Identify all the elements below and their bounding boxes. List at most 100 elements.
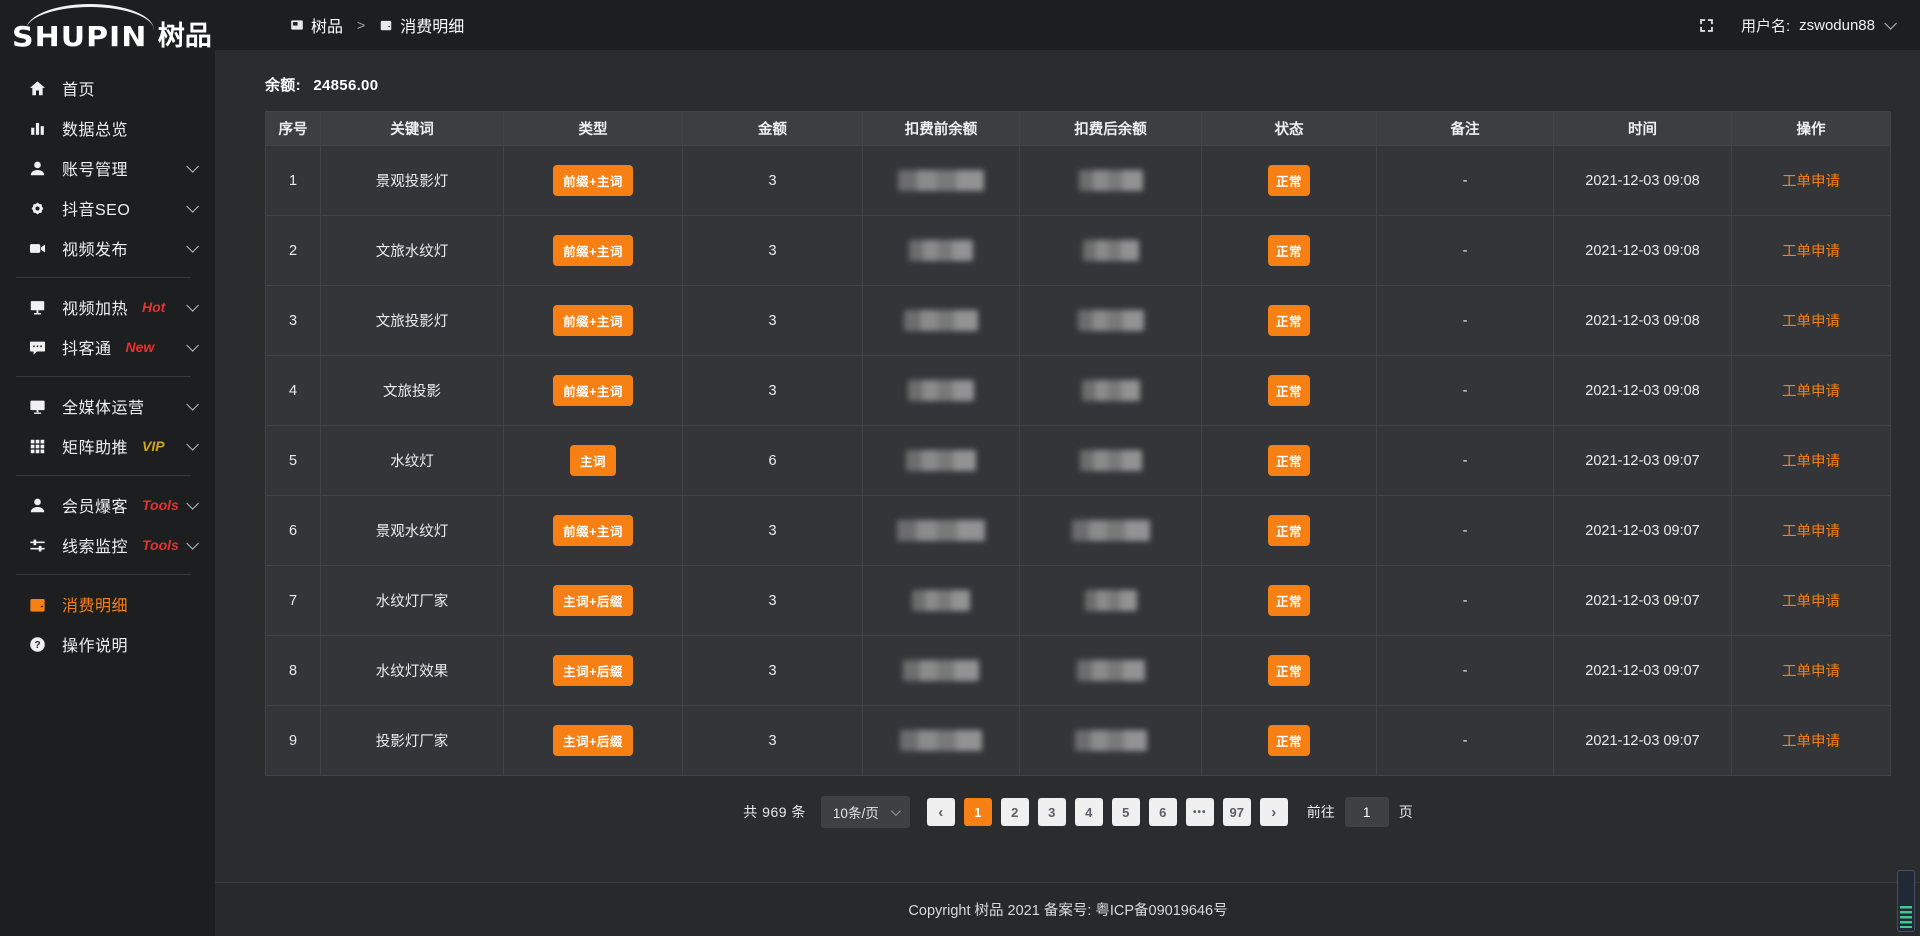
type-badge: 主词 bbox=[570, 445, 616, 476]
status-badge: 正常 bbox=[1268, 375, 1310, 406]
redacted-value bbox=[906, 450, 976, 471]
menu-divider bbox=[16, 376, 191, 377]
goto-suffix: 页 bbox=[1399, 802, 1413, 822]
brand-logo: SHUPIN 树品 bbox=[0, 0, 215, 58]
sidebar-item-chat[interactable]: 抖客通 New bbox=[0, 327, 215, 367]
widget-stripes-decoration bbox=[1900, 906, 1912, 928]
redacted-value bbox=[1083, 240, 1139, 261]
cell-balance-after bbox=[1020, 706, 1202, 776]
work-order-link[interactable]: 工单申请 bbox=[1782, 734, 1840, 750]
page-button-3[interactable]: 3 bbox=[1038, 798, 1066, 826]
sidebar-item-screen[interactable]: 视频加热 Hot bbox=[0, 287, 215, 327]
work-order-link[interactable]: 工单申请 bbox=[1782, 594, 1840, 610]
cell-amount: 3 bbox=[683, 496, 863, 566]
page-button-97[interactable]: 97 bbox=[1223, 798, 1251, 826]
sidebar-item-grid[interactable]: 矩阵助推 VIP bbox=[0, 426, 215, 466]
cell-status: 正常 bbox=[1202, 636, 1377, 706]
cell-keyword: 投影灯厂家 bbox=[321, 706, 504, 776]
chevron-down-icon bbox=[186, 160, 199, 173]
sidebar-item-bar-chart[interactable]: 数据总览 bbox=[0, 108, 215, 148]
work-order-link[interactable]: 工单申请 bbox=[1782, 524, 1840, 540]
type-badge: 前缀+主词 bbox=[553, 375, 633, 406]
breadcrumb-item-home[interactable]: 树品 bbox=[290, 13, 343, 37]
redacted-value bbox=[1079, 170, 1143, 191]
redacted-value bbox=[1077, 660, 1145, 681]
redacted-value bbox=[1072, 520, 1150, 541]
breadcrumb: 树品 > 消费明细 bbox=[290, 13, 464, 37]
cell-keyword: 水纹灯效果 bbox=[321, 636, 504, 706]
table-row: 2 文旅水纹灯 前缀+主词 3 正常 - 2021-12-03 09:08 工单… bbox=[266, 216, 1891, 286]
page-size-select[interactable]: 10条/页 bbox=[821, 796, 910, 828]
cell-amount: 3 bbox=[683, 286, 863, 356]
sidebar-item-sliders[interactable]: 线索监控 Tools bbox=[0, 525, 215, 565]
sidebar-item-label: 数据总览 bbox=[62, 116, 128, 140]
cell-keyword: 文旅投影 bbox=[321, 356, 504, 426]
work-order-link[interactable]: 工单申请 bbox=[1782, 244, 1840, 260]
sidebar-item-video-camera[interactable]: 视频发布 bbox=[0, 228, 215, 268]
cell-type: 主词+后缀 bbox=[504, 636, 683, 706]
work-order-link[interactable]: 工单申请 bbox=[1782, 664, 1840, 680]
page-button-6[interactable]: 6 bbox=[1149, 798, 1177, 826]
page-button-1[interactable]: 1 bbox=[964, 798, 992, 826]
column-header: 扣费前余额 bbox=[863, 112, 1020, 146]
table-row: 7 水纹灯厂家 主词+后缀 3 正常 - 2021-12-03 09:07 工单… bbox=[266, 566, 1891, 636]
column-header: 扣费后余额 bbox=[1020, 112, 1202, 146]
cell-index: 6 bbox=[266, 496, 321, 566]
sidebar-item-label: 会员爆客 bbox=[62, 493, 128, 517]
monitor-icon bbox=[28, 397, 47, 416]
cell-time: 2021-12-03 09:08 bbox=[1554, 146, 1732, 216]
sidebar-item-member[interactable]: 会员爆客 Tools bbox=[0, 485, 215, 525]
more-pages-button[interactable]: ••• bbox=[1186, 798, 1214, 826]
cell-balance-before bbox=[863, 356, 1020, 426]
home-icon bbox=[28, 79, 47, 98]
breadcrumb-item-current[interactable]: 消费明细 bbox=[379, 13, 464, 37]
cell-balance-before bbox=[863, 216, 1020, 286]
sidebar-item-label: 视频发布 bbox=[62, 236, 128, 260]
status-badge: 正常 bbox=[1268, 445, 1310, 476]
sidebar-item-question[interactable]: ? 操作说明 bbox=[0, 624, 215, 664]
redacted-value bbox=[900, 730, 982, 751]
page-button-4[interactable]: 4 bbox=[1075, 798, 1103, 826]
main-content: 余额: 24856.00 序号关键词类型金额扣费前余额扣费后余额状态备注时间操作… bbox=[215, 50, 1920, 882]
redacted-value bbox=[897, 520, 985, 541]
chevron-down-icon bbox=[186, 497, 199, 510]
work-order-link[interactable]: 工单申请 bbox=[1782, 314, 1840, 330]
cell-keyword: 水纹灯厂家 bbox=[321, 566, 504, 636]
copyright-text: Copyright 树品 2021 备案号: 粤ICP备09019646号 bbox=[908, 899, 1227, 920]
cell-status: 正常 bbox=[1202, 496, 1377, 566]
app-icon bbox=[290, 18, 304, 32]
cell-keyword: 景观水纹灯 bbox=[321, 496, 504, 566]
breadcrumb-label: 树品 bbox=[311, 13, 343, 37]
cell-type: 前缀+主词 bbox=[504, 496, 683, 566]
cell-balance-after bbox=[1020, 286, 1202, 356]
work-order-link[interactable]: 工单申请 bbox=[1782, 454, 1840, 470]
sidebar-item-gear[interactable]: 抖音SEO bbox=[0, 188, 215, 228]
cell-index: 5 bbox=[266, 426, 321, 496]
balance: 余额: 24856.00 bbox=[265, 74, 1891, 95]
sidebar-item-label: 首页 bbox=[62, 76, 95, 100]
goto-page-input[interactable] bbox=[1345, 797, 1389, 827]
status-badge: 正常 bbox=[1268, 655, 1310, 686]
column-header: 状态 bbox=[1202, 112, 1377, 146]
next-page-button[interactable]: › bbox=[1260, 798, 1288, 826]
cell-amount: 3 bbox=[683, 566, 863, 636]
cell-remark: - bbox=[1377, 636, 1554, 706]
sidebar-item-monitor[interactable]: 全媒体运营 bbox=[0, 386, 215, 426]
page-button-2[interactable]: 2 bbox=[1001, 798, 1029, 826]
work-order-link[interactable]: 工单申请 bbox=[1782, 384, 1840, 400]
floating-scroll-widget[interactable] bbox=[1897, 870, 1915, 932]
cell-index: 7 bbox=[266, 566, 321, 636]
column-header: 操作 bbox=[1732, 112, 1891, 146]
pagination-total: 共 969 条 bbox=[743, 802, 806, 822]
user-menu[interactable]: 用户名: zswodun88 bbox=[1741, 15, 1893, 36]
work-order-link[interactable]: 工单申请 bbox=[1782, 174, 1840, 190]
chevron-down-icon bbox=[186, 200, 199, 213]
prev-page-button[interactable]: ‹ bbox=[927, 798, 955, 826]
page-button-5[interactable]: 5 bbox=[1112, 798, 1140, 826]
fullscreen-icon[interactable] bbox=[1698, 17, 1715, 34]
cell-remark: - bbox=[1377, 216, 1554, 286]
topbar-right: 用户名: zswodun88 bbox=[1698, 15, 1920, 36]
sidebar-item-wallet[interactable]: 消费明细 bbox=[0, 584, 215, 624]
sidebar-item-user[interactable]: 账号管理 bbox=[0, 148, 215, 188]
sidebar-item-home[interactable]: 首页 bbox=[0, 68, 215, 108]
